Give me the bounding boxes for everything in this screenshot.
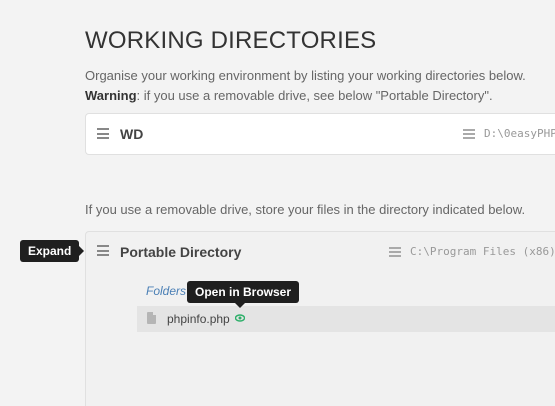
working-directories-page: WORKING DIRECTORIES Organise your workin… bbox=[0, 0, 555, 406]
portable-directory-name[interactable]: Portable Directory bbox=[120, 244, 241, 260]
folders-link[interactable]: Folders bbox=[146, 284, 186, 298]
list-icon bbox=[463, 128, 475, 139]
working-directory-path-text: D:\0easyPHP bbox=[484, 127, 555, 140]
open-in-browser-tooltip: Open in Browser bbox=[187, 281, 300, 308]
portable-directory-path-text: C:\Program Files (x86) bbox=[410, 245, 555, 258]
warning-text: : if you use a removable drive, see belo… bbox=[136, 88, 493, 103]
drag-handle-icon[interactable] bbox=[97, 128, 109, 139]
portable-description: If you use a removable drive, store your… bbox=[85, 202, 526, 217]
file-name[interactable]: phpinfo.php bbox=[167, 312, 230, 326]
page-title: WORKING DIRECTORIES bbox=[85, 27, 377, 54]
file-icon bbox=[147, 312, 156, 324]
warning-label: Warning bbox=[85, 88, 137, 103]
section-description: Organise your working environment by lis… bbox=[85, 66, 555, 106]
working-directory-panel[interactable]: WD D:\0easyPHP bbox=[85, 113, 555, 155]
expand-tooltip: Expand bbox=[20, 240, 85, 262]
working-directory-name: WD bbox=[120, 126, 144, 142]
eye-icon[interactable] bbox=[235, 313, 245, 323]
portable-directory-path: C:\Program Files (x86) bbox=[389, 245, 555, 258]
drag-handle-icon[interactable] bbox=[97, 245, 109, 256]
description-text: Organise your working environment by lis… bbox=[85, 68, 526, 83]
working-directory-path: D:\0easyPHP bbox=[463, 127, 555, 140]
file-row[interactable]: phpinfo.php bbox=[137, 306, 555, 332]
list-icon bbox=[389, 246, 401, 257]
